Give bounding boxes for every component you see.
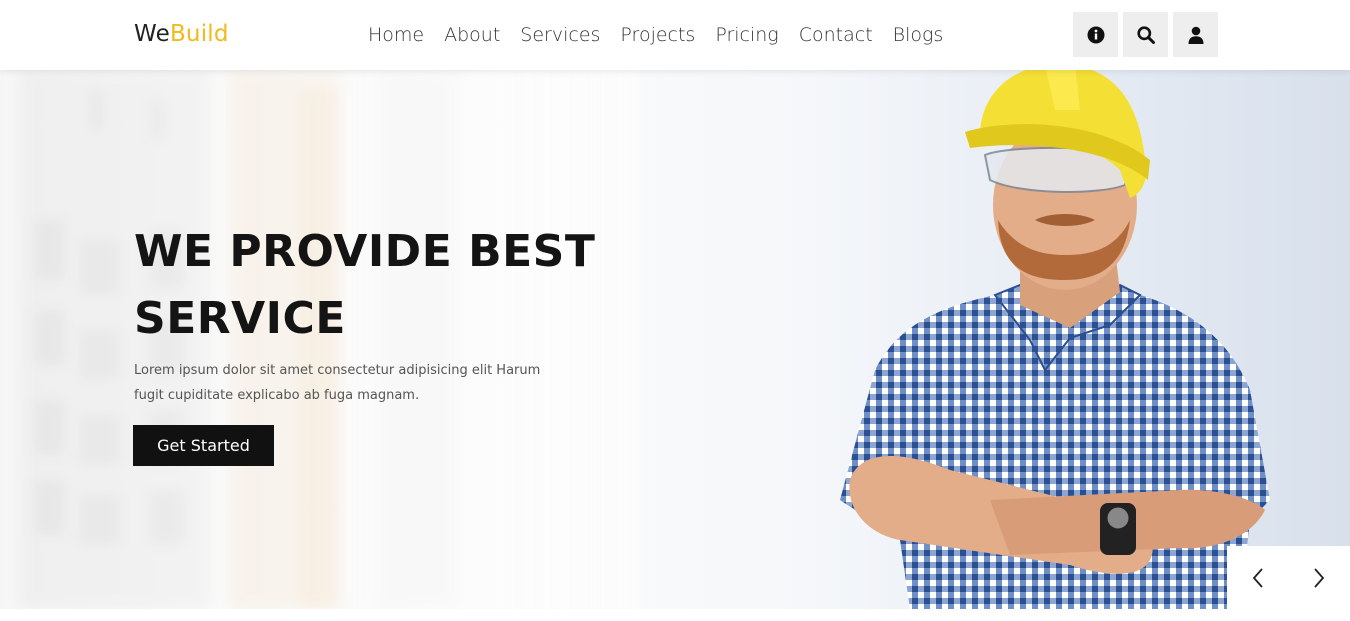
nav-contact[interactable]: Contact bbox=[799, 23, 873, 47]
nav-projects[interactable]: Projects bbox=[620, 23, 695, 47]
search-icon bbox=[1136, 25, 1155, 44]
logo-prefix: We bbox=[134, 21, 170, 47]
site-header: WeBuild Home About Services Projects Pri… bbox=[0, 0, 1350, 70]
nav-home[interactable]: Home bbox=[368, 23, 424, 47]
search-button[interactable] bbox=[1123, 12, 1168, 57]
header-icons bbox=[1073, 12, 1218, 57]
chevron-right-icon bbox=[1313, 567, 1324, 588]
chevron-left-icon bbox=[1252, 567, 1263, 588]
slider-next-button[interactable] bbox=[1288, 546, 1349, 609]
user-button[interactable] bbox=[1173, 12, 1218, 57]
hero-section: WE PROVIDE BEST SERVICE Lorem ipsum dolo… bbox=[0, 70, 1350, 609]
nav-about[interactable]: About bbox=[444, 23, 500, 47]
slider-controls bbox=[1227, 546, 1350, 609]
nav-blogs[interactable]: Blogs bbox=[893, 23, 944, 47]
nav-services[interactable]: Services bbox=[520, 23, 600, 47]
info-icon bbox=[1087, 26, 1104, 43]
hero-title: WE PROVIDE BEST SERVICE bbox=[134, 226, 596, 344]
user-icon bbox=[1188, 26, 1203, 44]
info-button[interactable] bbox=[1073, 12, 1118, 57]
hero-description: Lorem ipsum dolor sit amet consectetur a… bbox=[134, 363, 541, 403]
get-started-button[interactable]: Get Started bbox=[133, 425, 274, 466]
logo[interactable]: WeBuild bbox=[134, 20, 229, 48]
bottom-band bbox=[0, 609, 1350, 621]
nav-pricing[interactable]: Pricing bbox=[715, 23, 778, 47]
slider-prev-button[interactable] bbox=[1227, 546, 1288, 609]
main-nav: Home About Services Projects Pricing Con… bbox=[368, 23, 963, 47]
logo-accent: Build bbox=[169, 21, 229, 47]
construction-worker-image bbox=[840, 70, 1270, 609]
